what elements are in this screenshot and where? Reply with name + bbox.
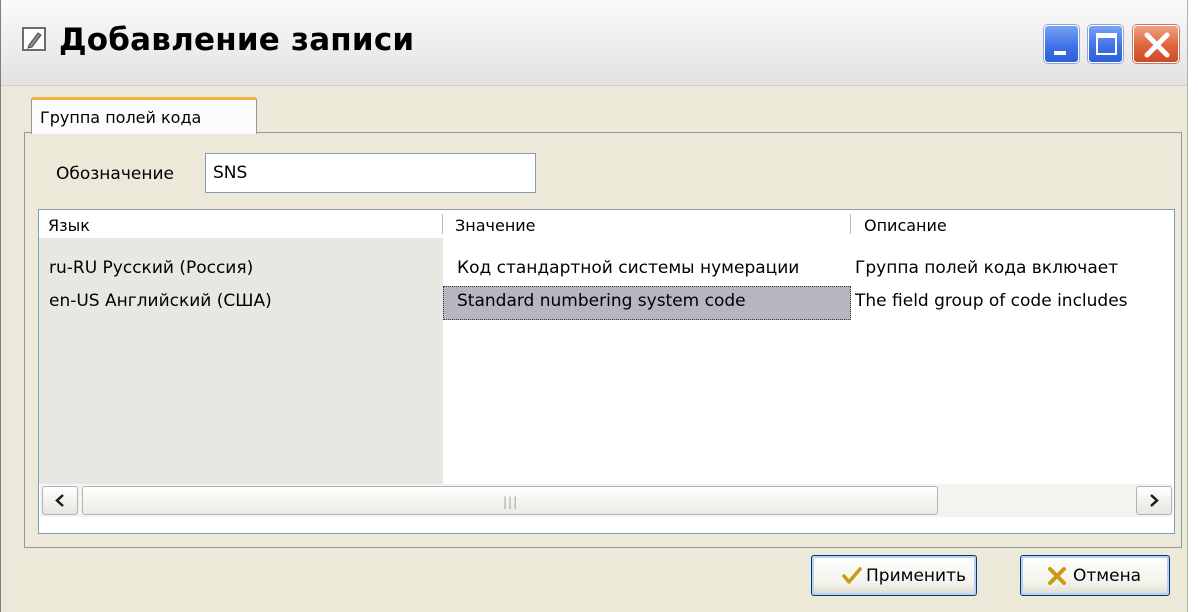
scroll-grip-icon: |||	[503, 495, 519, 509]
title-bar[interactable]: Добавление записи	[1, 0, 1187, 86]
table-cell-language[interactable]: en-US Английский (США)	[49, 291, 272, 311]
minimize-icon	[1054, 51, 1066, 55]
table-cell-description[interactable]: The field group of code includes	[855, 291, 1128, 311]
edit-record-icon	[21, 26, 47, 52]
table-cell-value[interactable]: Код стандартной системы нумерации	[457, 258, 799, 278]
checkmark-icon	[842, 567, 862, 590]
grid-header: Язык Значение Описание	[39, 210, 1174, 238]
window-title: Добавление записи	[59, 22, 415, 58]
horizontal-scrollbar[interactable]: |||	[40, 484, 1173, 517]
arrow-right-icon	[1150, 494, 1159, 507]
close-button[interactable]	[1133, 25, 1179, 63]
designation-label: Обозначение	[56, 164, 174, 184]
column-header-description[interactable]: Описание	[864, 216, 947, 235]
maximize-button[interactable]	[1088, 25, 1123, 63]
cancel-button-label: Отмена	[1073, 566, 1142, 586]
apply-button[interactable]: Применить	[811, 555, 977, 596]
table-cell-value[interactable]: Standard numbering system code	[457, 291, 746, 311]
minimize-button[interactable]	[1044, 25, 1079, 63]
scroll-left-button[interactable]	[42, 486, 78, 515]
column-separator[interactable]	[850, 214, 851, 234]
column-separator[interactable]	[442, 214, 443, 234]
tab-code-field-group[interactable]: Группа полей кода	[31, 97, 257, 134]
translations-grid: Язык Значение Описание ru-RU Русский (Ро…	[38, 209, 1175, 534]
scroll-thumb[interactable]: |||	[82, 486, 938, 515]
scroll-right-button[interactable]	[1136, 486, 1172, 515]
apply-button-label: Применить	[866, 566, 966, 586]
table-cell-language[interactable]: ru-RU Русский (Россия)	[49, 258, 253, 278]
maximize-icon	[1096, 33, 1117, 55]
close-icon	[1144, 32, 1170, 58]
tab-label: Группа полей кода	[40, 108, 202, 127]
table-cell-description[interactable]: Группа полей кода включает	[855, 258, 1118, 278]
arrow-left-icon	[55, 494, 64, 507]
cancel-button[interactable]: Отмена	[1020, 555, 1170, 596]
designation-input[interactable]: SNS	[205, 153, 536, 193]
cross-icon	[1047, 567, 1067, 590]
column-header-language[interactable]: Язык	[48, 216, 90, 235]
column-header-value[interactable]: Значение	[455, 216, 536, 235]
dialog-window: Добавление записи Группа полей кода Обоз…	[0, 0, 1188, 612]
